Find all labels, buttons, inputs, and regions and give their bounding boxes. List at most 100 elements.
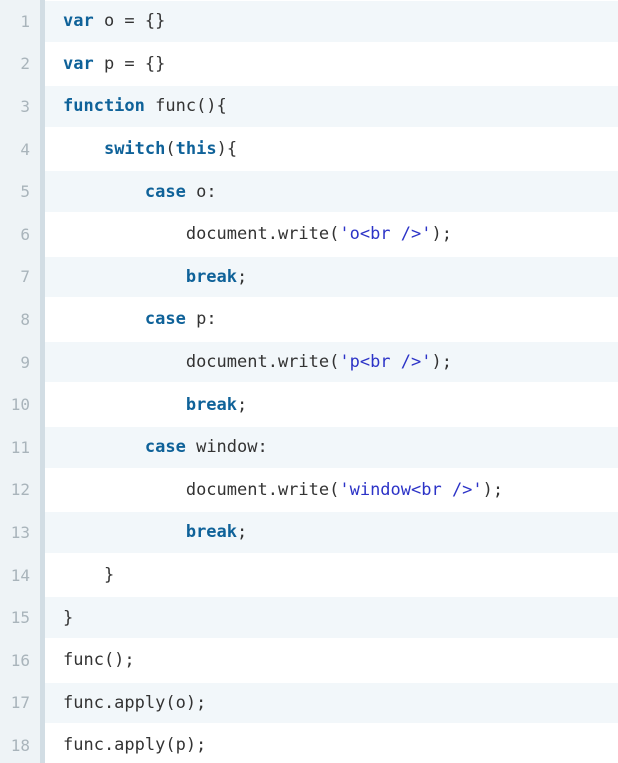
line-number: 12 bbox=[10, 480, 30, 500]
code-text: case window: bbox=[63, 437, 268, 457]
code-text: func.apply(p); bbox=[63, 735, 206, 755]
code-line-background bbox=[45, 555, 618, 596]
code-line: 4 switch(this){ bbox=[0, 128, 618, 171]
code-text: break; bbox=[63, 522, 247, 542]
code-text: break; bbox=[63, 267, 247, 287]
code-keyword: break bbox=[185, 522, 238, 543]
line-number: 18 bbox=[10, 735, 30, 755]
code-keyword: case bbox=[144, 309, 186, 330]
code-token: func.apply(o); bbox=[63, 692, 207, 713]
code-keyword: case bbox=[144, 181, 186, 202]
line-number: 5 bbox=[20, 182, 30, 202]
code-string: 'window<br />' bbox=[339, 479, 483, 500]
line-number: 11 bbox=[10, 437, 30, 457]
code-line-background bbox=[45, 597, 618, 638]
line-number: 4 bbox=[20, 139, 30, 159]
code-line: 5 case o: bbox=[0, 170, 618, 213]
code-text: func(); bbox=[63, 650, 135, 670]
code-string: 'o<br />' bbox=[339, 224, 432, 245]
code-keyword: case bbox=[144, 437, 186, 458]
code-line: 11 case window: bbox=[0, 426, 618, 469]
code-line: 18 func.apply(p); bbox=[0, 724, 618, 763]
code-text: func.apply(o); bbox=[63, 693, 206, 713]
code-viewer: 1 var o = {} 2 var p = {} 3 function func(){ 4… bbox=[0, 0, 618, 763]
line-number: 6 bbox=[20, 224, 30, 244]
code-line: 17 func.apply(o); bbox=[0, 682, 618, 725]
code-line: 10 break; bbox=[0, 383, 618, 426]
code-text: var p = {} bbox=[63, 54, 165, 74]
code-token: o: bbox=[185, 181, 217, 202]
line-number: 17 bbox=[10, 693, 30, 713]
line-number: 1 bbox=[20, 11, 30, 31]
line-number: 8 bbox=[20, 309, 30, 329]
line-number: 14 bbox=[10, 565, 30, 585]
code-line: 12 document.write('window<br />'); bbox=[0, 469, 618, 512]
line-number: 15 bbox=[10, 608, 30, 628]
code-text: var o = {} bbox=[63, 11, 165, 31]
code-text: document.write('p<br />'); bbox=[63, 352, 452, 372]
code-token: ){ bbox=[216, 139, 238, 160]
code-token: func.apply(p); bbox=[63, 735, 207, 756]
code-string: 'p<br />' bbox=[339, 352, 432, 373]
code-keyword: switch bbox=[103, 139, 166, 160]
code-token: func(){ bbox=[144, 96, 227, 117]
code-text: document.write('window<br />'); bbox=[63, 480, 503, 500]
code-text: case o: bbox=[63, 182, 217, 202]
code-text: function func(){ bbox=[63, 96, 227, 116]
code-line: 16 func(); bbox=[0, 639, 618, 682]
code-token: document.write( bbox=[185, 224, 340, 245]
code-token: ; bbox=[237, 522, 248, 543]
code-token: func(); bbox=[63, 650, 135, 671]
code-token: ; bbox=[237, 266, 248, 287]
code-token: } bbox=[63, 607, 74, 628]
code-text: document.write('o<br />'); bbox=[63, 224, 452, 244]
code-keyword: var bbox=[63, 53, 94, 74]
code-token: document.write( bbox=[185, 352, 340, 373]
code-token: o = {} bbox=[93, 11, 166, 32]
line-number: 7 bbox=[20, 267, 30, 287]
code-token: p = {} bbox=[93, 53, 166, 74]
code-line: 2 var p = {} bbox=[0, 43, 618, 86]
line-number: 3 bbox=[20, 96, 30, 116]
code-token: ; bbox=[237, 394, 248, 415]
line-number: 13 bbox=[10, 522, 30, 542]
code-keyword: this bbox=[175, 139, 217, 160]
code-token: window: bbox=[185, 437, 268, 458]
code-line: 9 document.write('p<br />'); bbox=[0, 341, 618, 384]
line-number: 2 bbox=[20, 54, 30, 74]
code-line: 13 break; bbox=[0, 511, 618, 554]
code-line: 14 } bbox=[0, 554, 618, 597]
code-line: 6 document.write('o<br />'); bbox=[0, 213, 618, 256]
line-number: 16 bbox=[10, 650, 30, 670]
code-text: switch(this){ bbox=[63, 139, 237, 159]
code-lines: 1 var o = {} 2 var p = {} 3 function func(){ 4… bbox=[0, 0, 618, 763]
code-keyword: var bbox=[63, 11, 94, 32]
code-line: 1 var o = {} bbox=[0, 0, 618, 43]
code-token: ); bbox=[431, 352, 452, 373]
code-keyword: break bbox=[185, 266, 238, 287]
code-token: p: bbox=[185, 309, 217, 330]
code-keyword: break bbox=[185, 394, 238, 415]
code-text: } bbox=[63, 565, 114, 585]
code-line: 8 case p: bbox=[0, 298, 618, 341]
code-token: } bbox=[103, 565, 115, 586]
code-token: document.write( bbox=[185, 479, 340, 500]
code-token: ); bbox=[431, 224, 452, 245]
line-number: 9 bbox=[20, 352, 30, 372]
code-text: case p: bbox=[63, 309, 217, 329]
code-line: 7 break; bbox=[0, 256, 618, 299]
line-number: 10 bbox=[10, 395, 30, 415]
code-token: ); bbox=[482, 479, 504, 500]
code-token: ( bbox=[165, 139, 176, 160]
code-text: break; bbox=[63, 395, 247, 415]
